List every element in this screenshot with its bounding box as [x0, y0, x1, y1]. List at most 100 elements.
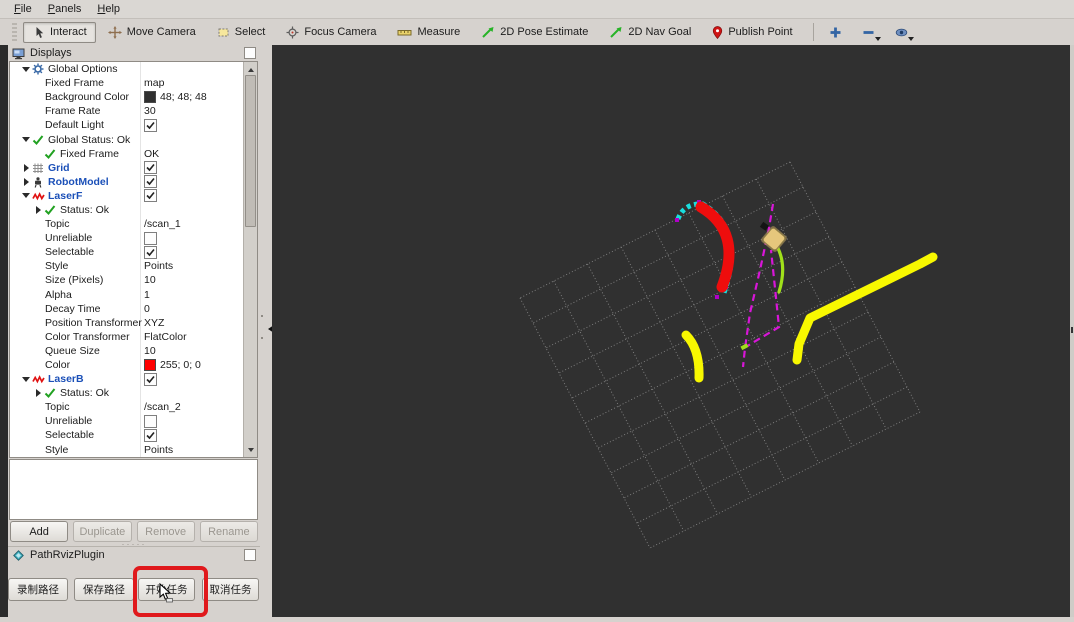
toolbar-grip[interactable] [12, 23, 17, 41]
expander-open-icon[interactable] [20, 133, 32, 146]
tree-row-fixed-frame[interactable]: Fixed Frame map [10, 76, 257, 90]
row-value[interactable]: Points [144, 259, 173, 273]
checkbox-checked[interactable] [144, 428, 157, 442]
remove-tool-button[interactable] [855, 22, 882, 43]
color-swatch[interactable] [144, 91, 156, 104]
row-value[interactable]: 0 [144, 302, 150, 316]
right-dock-splitter[interactable] [1070, 45, 1074, 617]
tool-move-camera[interactable]: Move Camera [99, 22, 205, 43]
tool-focus-camera[interactable]: Focus Camera [277, 22, 385, 43]
scrollbar-thumb[interactable] [245, 75, 256, 227]
tree-row-frame-rate[interactable]: Frame Rate 30 [10, 104, 257, 118]
right-splitter-handle[interactable] [1071, 327, 1073, 333]
row-value[interactable]: OK [144, 147, 159, 161]
checkbox-checked[interactable] [144, 118, 157, 132]
tree-row-fixed-frame[interactable]: Fixed Frame OK [10, 147, 257, 161]
expander-open-icon[interactable] [20, 63, 32, 76]
tree-row-status-ok[interactable]: Status: Ok [10, 386, 257, 400]
row-value[interactable]: /scan_1 [144, 217, 181, 231]
tree-row-default-light[interactable]: Default Light [10, 118, 257, 132]
row-value[interactable]: map [144, 76, 164, 90]
tree-row-laserb[interactable]: LaserB [10, 372, 257, 386]
row-label: LaserF [48, 189, 83, 202]
expander-closed-icon[interactable] [32, 389, 44, 398]
tool-2d-pose-estimate[interactable]: 2D Pose Estimate [472, 22, 597, 43]
expander-open-icon[interactable] [20, 373, 32, 386]
tree-row-background-color[interactable]: Background Color 48; 48; 48 [10, 90, 257, 104]
row-label: Queue Size [45, 344, 100, 357]
checkbox-checked[interactable] [144, 245, 157, 259]
add-cross-icon [829, 26, 842, 39]
displays-panel-title: Displays [8, 45, 260, 61]
tool-label: Focus Camera [304, 26, 377, 38]
tree-row-queue-size[interactable]: Queue Size 10 [10, 344, 257, 358]
tree-row-unreliable[interactable]: Unreliable [10, 231, 257, 245]
color-swatch[interactable] [144, 359, 156, 372]
select-box-icon [217, 26, 230, 39]
pathrvizplugin-title-text: PathRvizPlugin [30, 549, 105, 561]
row-value[interactable]: 1 [144, 288, 150, 302]
tool-2d-nav-goal[interactable]: 2D Nav Goal [600, 22, 700, 43]
tool-select[interactable]: Select [208, 22, 275, 43]
row-value[interactable]: 255; 0; 0 [160, 358, 201, 372]
tree-row-alpha[interactable]: Alpha 1 [10, 288, 257, 302]
checkbox-checked[interactable] [144, 161, 157, 175]
row-value[interactable]: FlatColor [144, 330, 187, 344]
render-viewport[interactable] [272, 45, 1074, 617]
tree-row-size-pixels-[interactable]: Size (Pixels) 10 [10, 273, 257, 287]
tree-row-color-transformer[interactable]: Color Transformer FlatColor [10, 330, 257, 344]
tree-row-laserf[interactable]: LaserF [10, 189, 257, 203]
tree-row-status-ok[interactable]: Status: Ok [10, 203, 257, 217]
tree-scrollbar[interactable] [243, 62, 257, 457]
tool-publish-point[interactable]: Publish Point [703, 22, 801, 43]
task-button-2[interactable]: 保存路径 [74, 578, 134, 601]
tree-row-style[interactable]: Style Points [10, 443, 257, 457]
tree-row-color[interactable]: Color 255; 0; 0 [10, 358, 257, 372]
row-value[interactable]: 30 [144, 104, 156, 118]
tree-row-position-transformer[interactable]: Position Transformer XYZ [10, 316, 257, 330]
tree-row-grid[interactable]: Grid [10, 161, 257, 175]
checkbox-checked[interactable] [144, 175, 157, 189]
tree-row-global-options[interactable]: Global Options [10, 62, 257, 76]
tree-row-topic[interactable]: Topic/scan_1 [10, 217, 257, 231]
expander-closed-icon[interactable] [20, 177, 32, 186]
tool-options-button[interactable] [888, 22, 915, 43]
expander-closed-icon[interactable] [20, 163, 32, 172]
tree-row-selectable[interactable]: Selectable [10, 245, 257, 259]
menu-help[interactable]: Help [89, 2, 128, 16]
pathrvizplugin-float-button[interactable] [244, 549, 256, 561]
tree-row-robotmodel[interactable]: RobotModel [10, 175, 257, 189]
row-value[interactable]: 10 [144, 273, 156, 287]
tool-interact[interactable]: Interact [23, 21, 96, 43]
displays-panel-float-button[interactable] [244, 47, 256, 59]
add-button[interactable]: Add [10, 521, 69, 542]
tool-label: Select [234, 26, 266, 38]
menu-panels[interactable]: Panels [40, 2, 90, 16]
add-tool-button[interactable] [822, 22, 849, 43]
rename-button[interactable]: Rename [199, 521, 258, 542]
row-value[interactable]: Points [144, 443, 173, 457]
dock-splitter[interactable] [260, 45, 274, 617]
scroll-up-arrow-icon[interactable] [244, 62, 257, 74]
row-value[interactable]: 10 [144, 344, 156, 358]
tree-row-style[interactable]: Style Points [10, 259, 257, 273]
tree-row-selectable[interactable]: Selectable [10, 428, 257, 442]
tree-row-global-status-ok[interactable]: Global Status: Ok [10, 132, 257, 146]
checkbox-checked[interactable] [144, 189, 157, 203]
row-value[interactable]: 48; 48; 48 [160, 90, 207, 104]
tree-row-unreliable[interactable]: Unreliable [10, 414, 257, 428]
menu-file[interactable]: File [6, 2, 40, 16]
checkbox-unchecked[interactable] [144, 231, 157, 245]
checkbox-unchecked[interactable] [144, 414, 157, 428]
tool-measure[interactable]: Measure [388, 22, 469, 43]
checkbox-checked[interactable] [144, 372, 157, 386]
expander-open-icon[interactable] [20, 189, 32, 202]
expander-closed-icon[interactable] [32, 205, 44, 214]
scroll-down-arrow-icon[interactable] [244, 445, 257, 457]
tree-row-topic[interactable]: Topic/scan_2 [10, 400, 257, 414]
task-button-4[interactable]: 取消任务 [202, 578, 259, 601]
task-button-1[interactable]: 录制路径 [8, 578, 68, 601]
tree-row-decay-time[interactable]: Decay Time 0 [10, 302, 257, 316]
row-value[interactable]: /scan_2 [144, 400, 181, 414]
row-value[interactable]: XYZ [144, 316, 164, 330]
